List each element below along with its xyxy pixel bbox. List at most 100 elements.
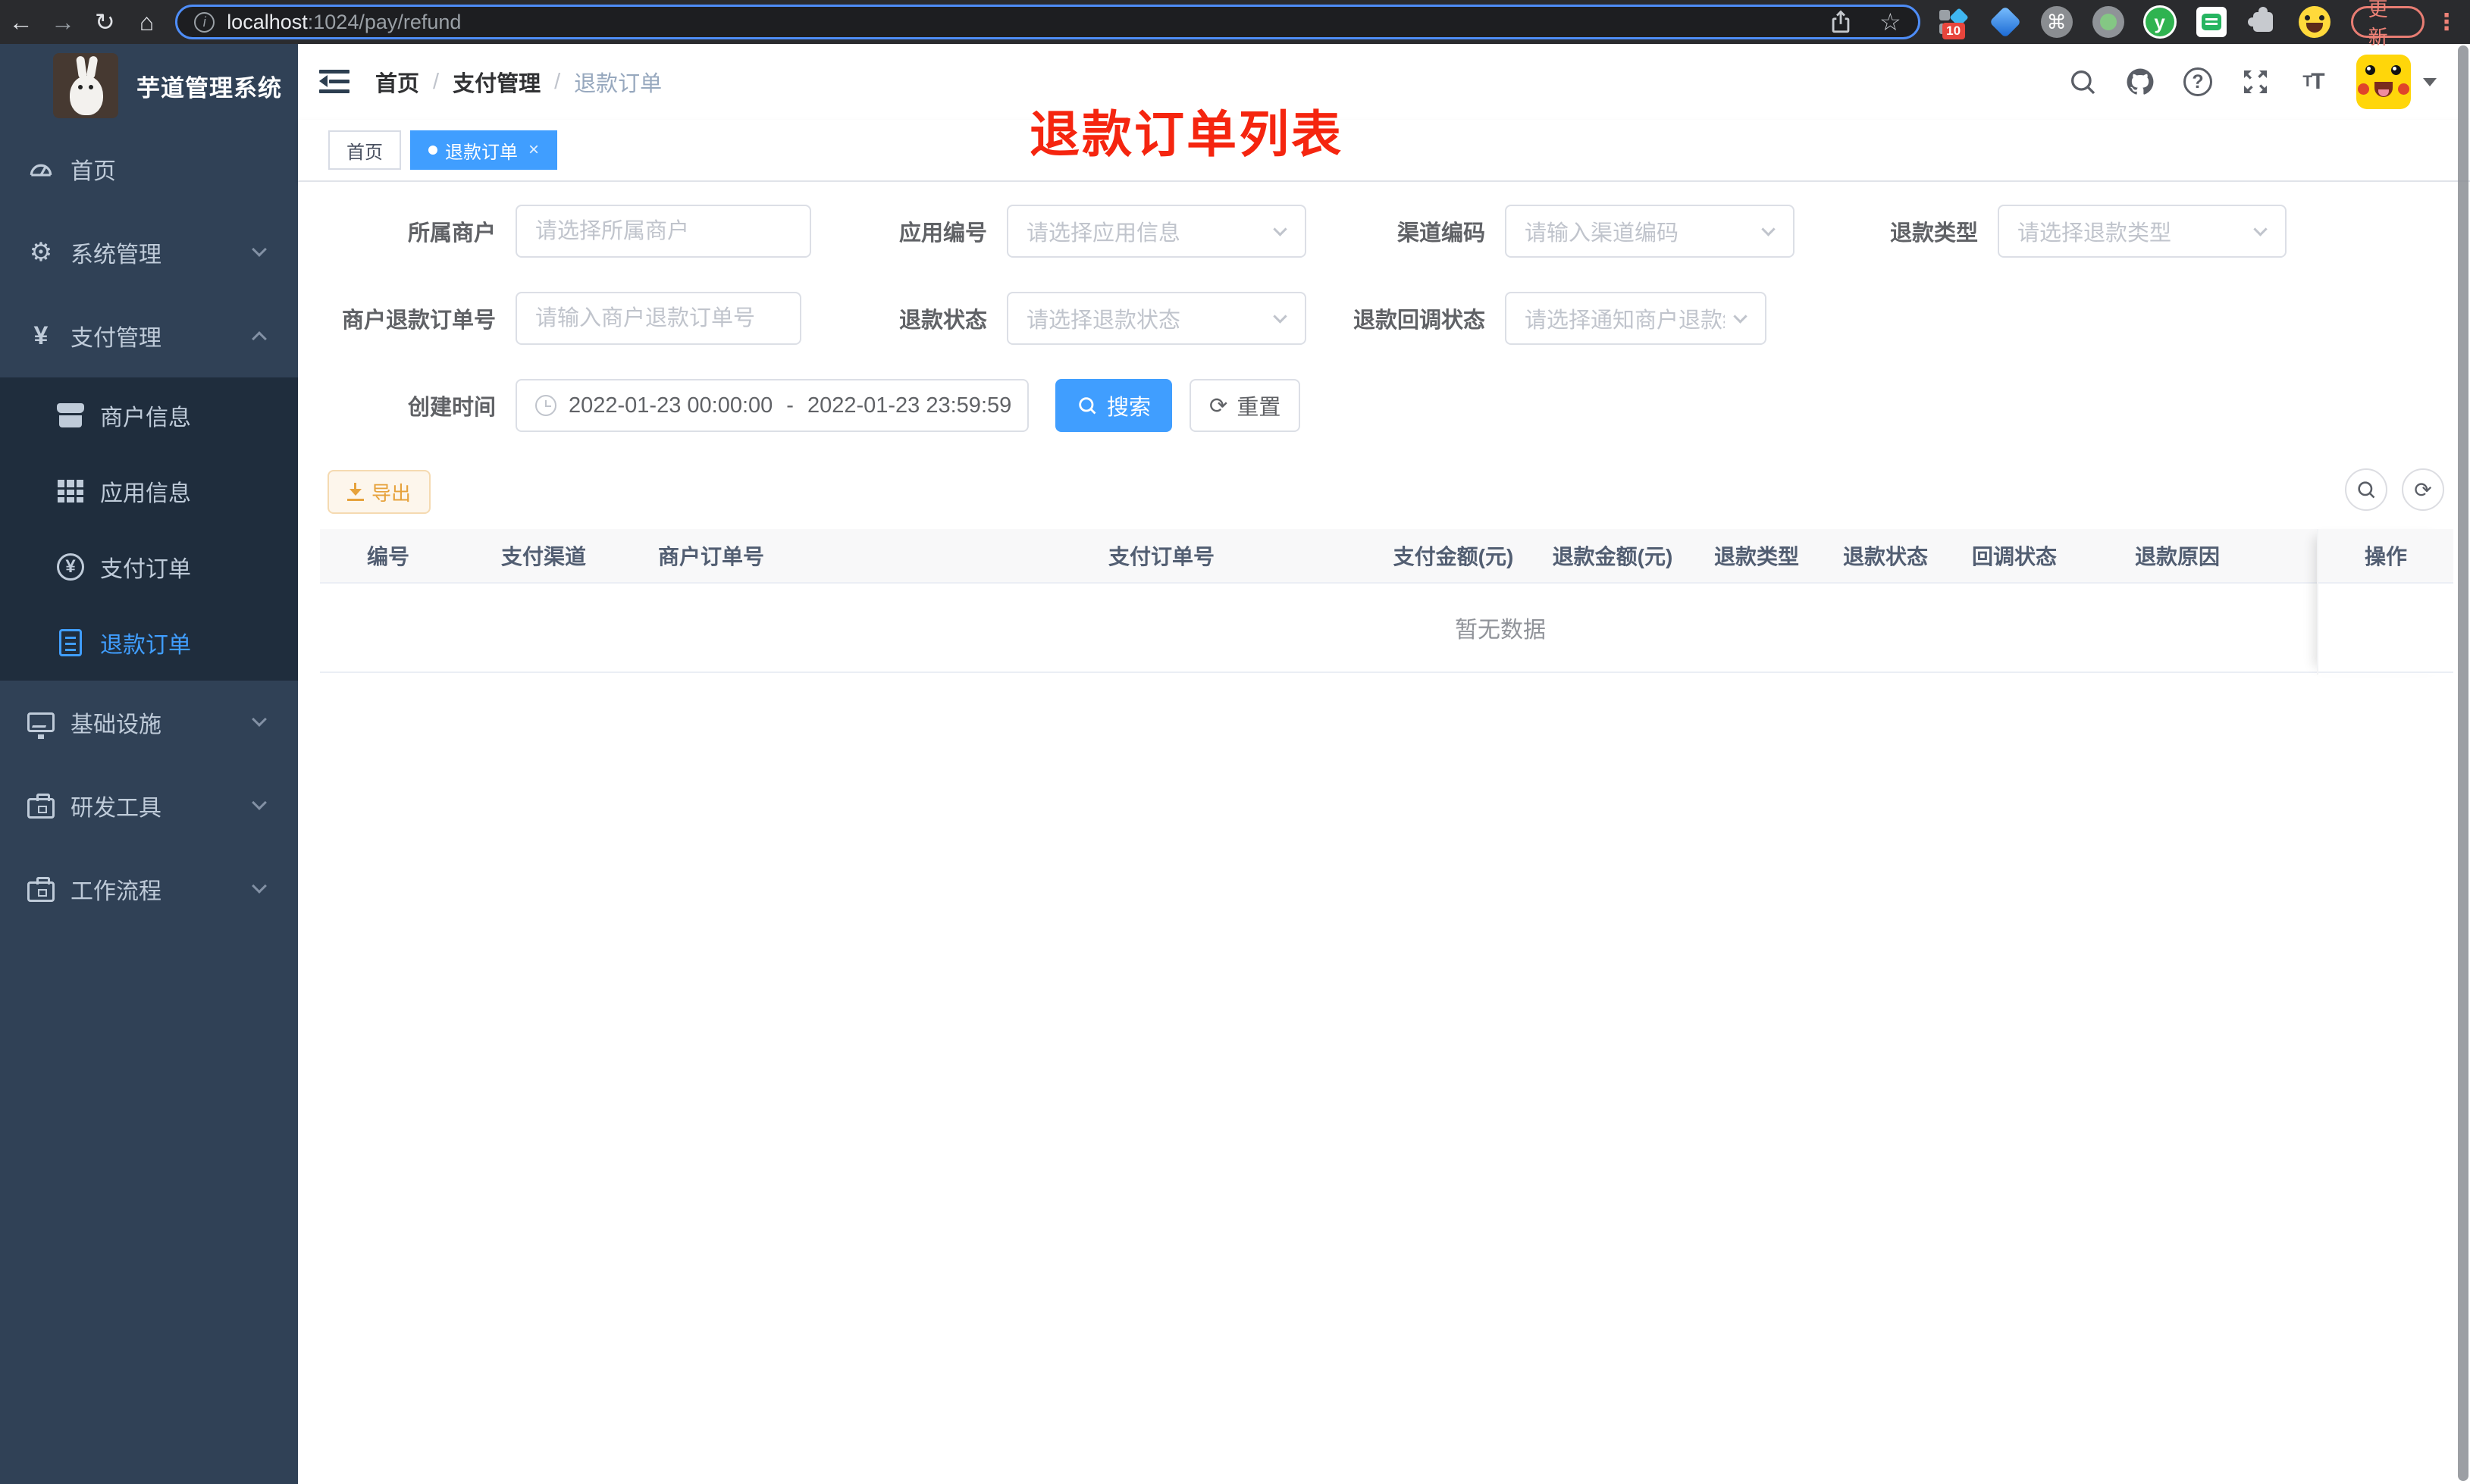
breadcrumb-separator: / <box>554 69 561 94</box>
share-icon[interactable] <box>1828 9 1854 35</box>
sidebar-item-home[interactable]: 首页 <box>0 127 298 211</box>
sidebar-logo-row[interactable]: 芋道管理系统 <box>0 44 298 127</box>
breadcrumb-separator: / <box>433 69 440 94</box>
emoji-extension-icon[interactable] <box>2298 5 2331 39</box>
url-bar[interactable]: i localhost:1024/pay/refund ☆ <box>175 5 1920 39</box>
sidebar-item-label: 首页 <box>71 159 116 184</box>
monitor-icon <box>25 706 57 739</box>
app-title: 芋道管理系统 <box>136 74 282 102</box>
shop-icon <box>55 399 86 431</box>
sidebar-item-app-info[interactable]: 应用信息 <box>0 453 298 529</box>
gear-icon: ⚙ <box>29 238 53 267</box>
refund-type-select[interactable]: 请选择退款类型 <box>1998 205 2287 258</box>
export-button[interactable]: 导出 <box>328 470 431 514</box>
refund-status-select[interactable]: 请选择退款状态 <box>1007 292 1306 345</box>
gem-extension-icon[interactable] <box>1989 5 2022 39</box>
tab-refund-order[interactable]: 退款订单 × <box>410 130 558 170</box>
app-logo <box>53 53 118 118</box>
sidebar-item-devtools[interactable]: 研发工具 <box>0 764 298 847</box>
col-pay-order-no: 支付订单号 <box>1108 545 1215 568</box>
sidebar-item-label: 基础设施 <box>71 712 161 737</box>
caret-down-icon[interactable] <box>2423 77 2437 86</box>
breadcrumb-home[interactable]: 首页 <box>375 66 419 98</box>
col-refund-status: 退款状态 <box>1842 545 1928 568</box>
tab-home[interactable]: 首页 <box>328 130 401 170</box>
fullscreen-icon[interactable] <box>2238 64 2273 99</box>
sidebar-item-refund-order[interactable]: 退款订单 <box>0 605 298 681</box>
table-body: 暂无数据 <box>320 584 2453 673</box>
refund-order-icon <box>55 627 86 659</box>
filter-label: 商户退款订单号 <box>341 308 496 333</box>
sidebar-item-workflow[interactable]: 工作流程 <box>0 847 298 931</box>
main-content: 所属商户 应用编号 请选择应用信息 渠道编码 请输入渠道编码 退款类型 请选择退… <box>298 182 2470 1484</box>
help-icon[interactable]: ? <box>2180 64 2215 99</box>
scrollbar-thumb[interactable] <box>2458 45 2468 1481</box>
extensions-puzzle-icon[interactable] <box>2246 5 2280 39</box>
extension-badge: 10 <box>1942 23 1965 39</box>
hamburger-icon[interactable] <box>319 70 349 94</box>
col-pay-amount: 支付金额(元) <box>1393 545 1514 568</box>
date-range-picker[interactable]: 2022-01-23 00:00:00 - 2022-01-23 23:59:5… <box>516 379 1029 432</box>
font-size-icon[interactable]: TT <box>2296 64 2331 99</box>
channel-code-select[interactable]: 请输入渠道编码 <box>1505 205 1795 258</box>
col-channel: 支付渠道 <box>500 545 586 568</box>
recorder-extension-icon[interactable] <box>2092 5 2125 39</box>
sidebar-item-pay[interactable]: ¥ 支付管理 <box>0 294 298 377</box>
chevron-down-icon <box>2253 221 2268 236</box>
dashboard-icon <box>25 153 57 185</box>
github-icon[interactable] <box>2123 64 2158 99</box>
notify-status-select[interactable]: 请选择通知商户退款结果 <box>1505 292 1766 345</box>
browser-update-button[interactable]: 更新 <box>2350 0 2425 49</box>
refund-table: 编号 支付渠道 商户订单号 支付订单号 支付金额(元) 退款金额(元) 退款类型… <box>320 529 2453 675</box>
col-refund-reason: 退款原因 <box>2134 545 2220 568</box>
sidebar-item-label: 系统管理 <box>71 243 161 268</box>
reset-button[interactable]: ⟳ 重置 <box>1190 379 1301 432</box>
page-title-annotation: 退款订单列表 <box>1030 106 1343 162</box>
breadcrumb-pay[interactable]: 支付管理 <box>453 66 541 98</box>
col-id: 编号 <box>366 545 409 568</box>
sidebar-item-infra[interactable]: 基础设施 <box>0 681 298 764</box>
sidebar: 芋道管理系统 首页 ⚙ 系统管理 ¥ 支付管理 商户信息 应用信息 ¥ 支付订单… <box>0 44 298 1484</box>
col-refund-amount: 退款金额(元) <box>1552 545 1673 568</box>
back-icon[interactable]: ← <box>0 8 42 36</box>
filter-notify-status: 退款回调状态 请选择通知商户退款结果 <box>1288 292 1766 345</box>
command-extension-icon[interactable]: ⌘ <box>2040 5 2073 39</box>
chevron-down-icon <box>1761 221 1776 236</box>
table-search-button[interactable] <box>2345 468 2387 511</box>
filter-merchant: 所属商户 <box>299 205 811 258</box>
search-icon[interactable] <box>2065 64 2100 99</box>
forward-icon[interactable]: → <box>42 8 83 36</box>
tag-extension-icon[interactable]: 10 <box>1937 5 1970 39</box>
bookmark-star-icon[interactable]: ☆ <box>1879 8 1901 36</box>
col-refund-type: 退款类型 <box>1713 545 1799 568</box>
home-icon[interactable]: ⌂ <box>126 8 168 36</box>
sidebar-item-system[interactable]: ⚙ 系统管理 <box>0 211 298 294</box>
fixed-action-column: 操作 <box>2317 529 2453 675</box>
url-host: localhost <box>227 10 308 33</box>
site-info-icon[interactable]: i <box>194 11 215 33</box>
sidebar-item-pay-order[interactable]: ¥ 支付订单 <box>0 529 298 605</box>
merchant-refund-no-input[interactable] <box>516 292 801 345</box>
sidebar-item-merchant-info[interactable]: 商户信息 <box>0 377 298 453</box>
browser-menu-icon[interactable]: ⋮ <box>2435 9 2458 36</box>
filter-merchant-refund-no: 商户退款订单号 <box>299 292 801 345</box>
refresh-icon: ⟳ <box>1209 393 1228 418</box>
reload-icon[interactable]: ↻ <box>84 8 126 36</box>
search-button[interactable]: 搜索 <box>1055 379 1173 432</box>
clock-icon <box>535 395 556 416</box>
chat-extension-icon[interactable] <box>2195 5 2228 39</box>
y-extension-icon[interactable]: y <box>2142 5 2177 39</box>
close-icon[interactable]: × <box>528 139 539 161</box>
date-end-value: 2022-01-23 23:59:59 <box>807 393 1012 418</box>
window-scrollbar[interactable] <box>2458 45 2468 1481</box>
sidebar-item-label: 应用信息 <box>100 481 191 506</box>
breadcrumb-current: 退款订单 <box>574 72 663 96</box>
sidebar-item-label: 退款订单 <box>100 633 191 658</box>
filter-label: 应用编号 <box>898 221 987 246</box>
app-no-select[interactable]: 请选择应用信息 <box>1007 205 1306 258</box>
toolbox-icon <box>25 873 57 905</box>
table-refresh-button[interactable]: ⟳ <box>2402 468 2444 511</box>
user-avatar[interactable] <box>2356 55 2411 109</box>
app-shell: 芋道管理系统 首页 ⚙ 系统管理 ¥ 支付管理 商户信息 应用信息 ¥ 支付订单… <box>0 44 2470 1484</box>
merchant-input[interactable] <box>516 205 811 258</box>
